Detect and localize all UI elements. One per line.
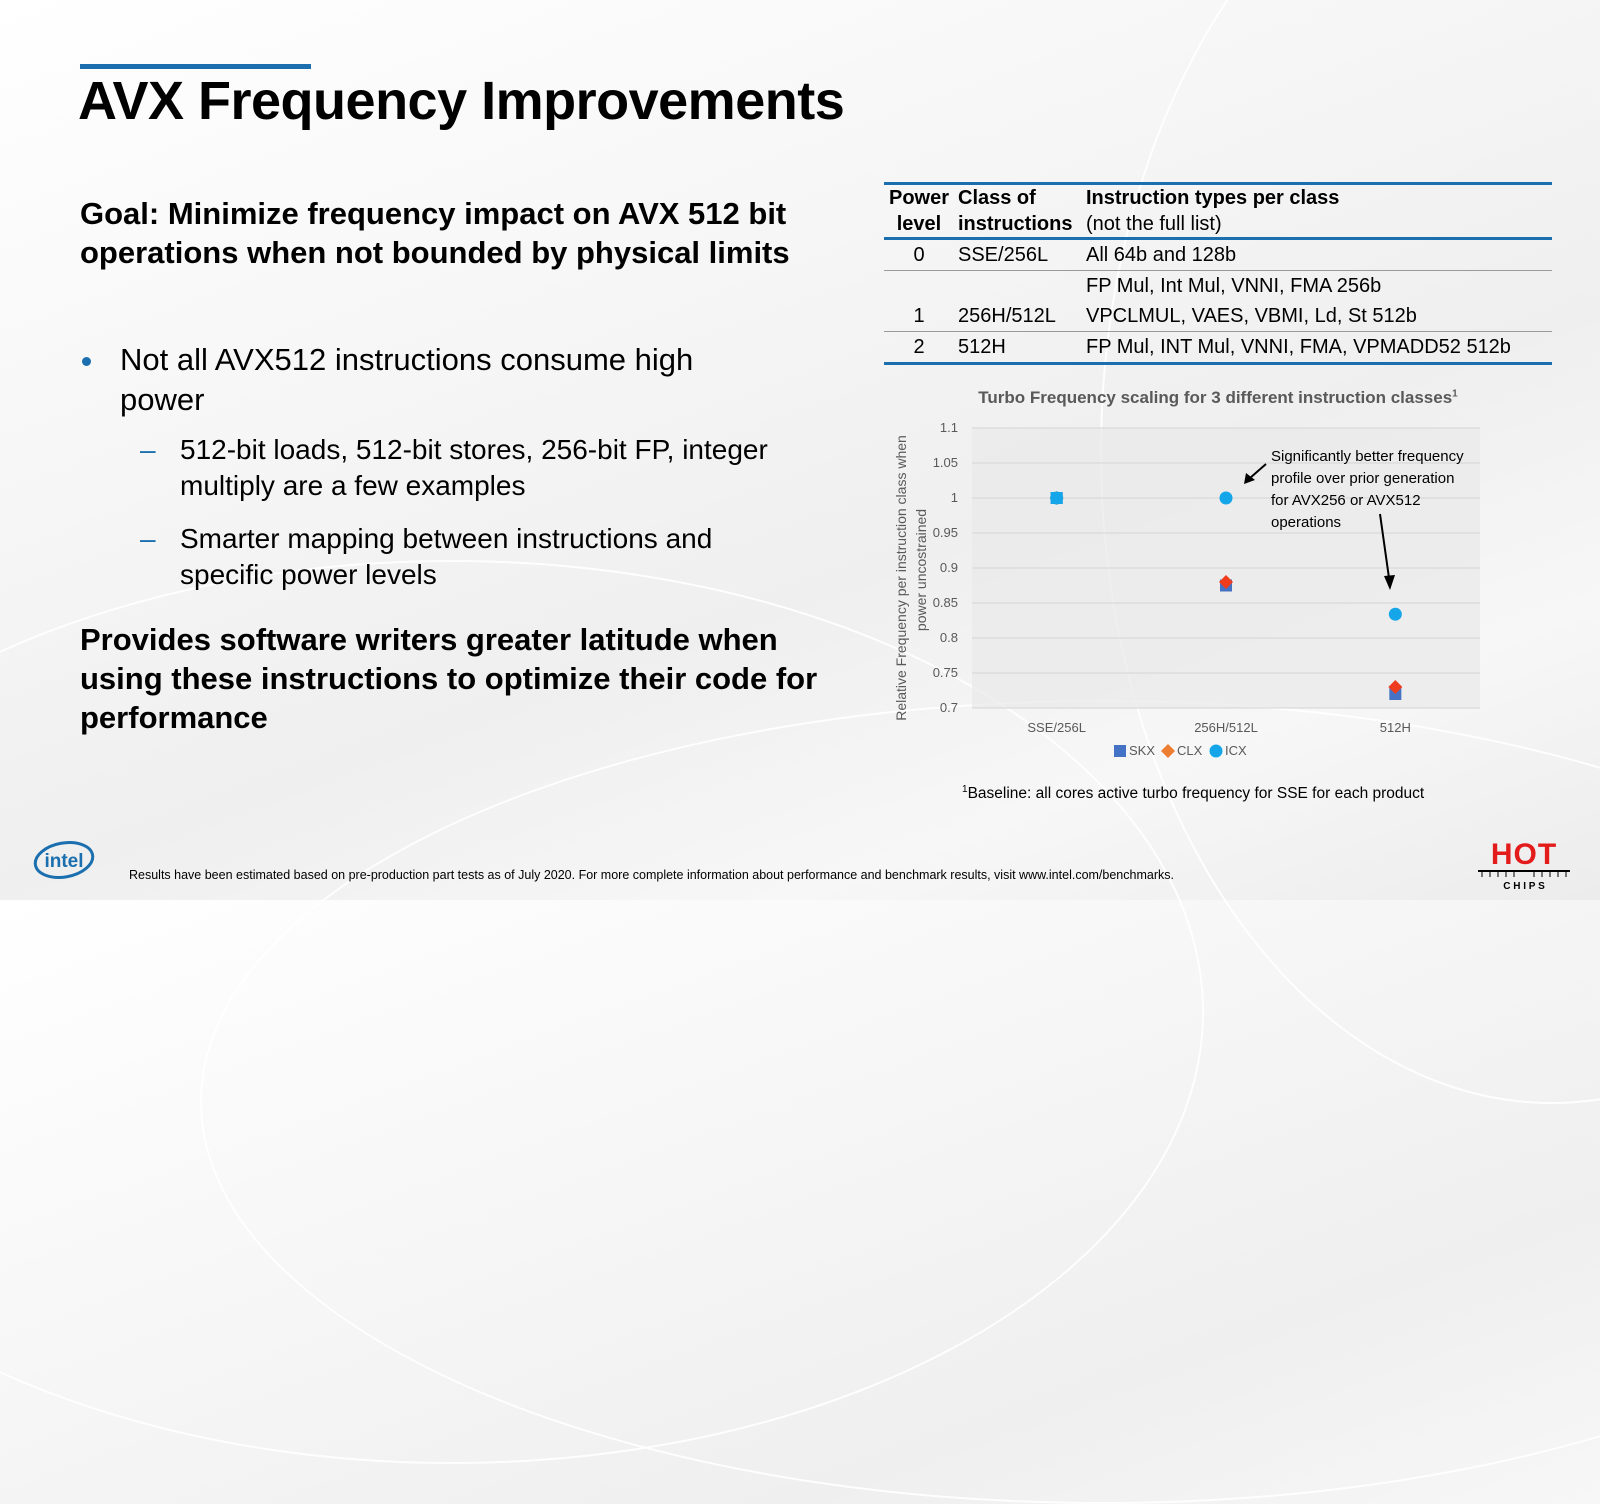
slide-title: AVX Frequency Improvements <box>78 71 845 131</box>
legend-marker-clx-icon <box>1161 744 1175 758</box>
cell-level: 0 <box>913 244 925 266</box>
data-point-icx <box>1219 491 1233 505</box>
chart-title: Turbo Frequency scaling for 3 different … <box>978 388 1458 407</box>
chart-legend: SKX CLX ICX <box>1114 743 1247 758</box>
annotation-line: Significantly better frequency <box>1271 448 1464 465</box>
dash-icon: – <box>140 434 156 465</box>
annotation-line: profile over prior generation <box>1271 470 1454 487</box>
cell-types: FP Mul, INT Mul, VNNI, FMA, VPMADD52 512… <box>1086 336 1511 358</box>
data-point-icx <box>1388 607 1402 621</box>
data-point-overlap <box>1050 492 1063 504</box>
table-row: 1 256H/512L FP Mul, Int Mul, VNNI, FMA 2… <box>884 271 1552 332</box>
cell-types: All 64b and 128b <box>1086 244 1237 266</box>
header-class: Class of instructions <box>958 187 1073 235</box>
goal-statement: Goal: Minimize frequency impact on AVX 5… <box>80 196 790 270</box>
title-accent-bar <box>80 64 311 69</box>
annotation-line: for AVX256 or AVX512 <box>1271 492 1421 509</box>
hot-chips-logo-bottom: C H I P S <box>1503 881 1545 892</box>
cell-class: SSE/256L <box>958 244 1049 266</box>
bullet-item: Not all AVX512 instructions consume high… <box>80 340 780 420</box>
cell-types: FP Mul, Int Mul, VNNI, FMA 256b VPCLMUL,… <box>1086 275 1417 327</box>
legend-item: ICX <box>1209 743 1247 758</box>
bullet-text: Not all AVX512 instructions consume high… <box>120 342 694 417</box>
cell-class: 512H <box>958 336 1006 358</box>
sub-bullet-text: 512-bit loads, 512-bit stores, 256-bit F… <box>180 434 768 501</box>
conclusion-statement: Provides software writers greater latitu… <box>80 622 818 735</box>
x-tick-label: 512H <box>1380 720 1411 735</box>
legend-item: SKX <box>1114 743 1155 758</box>
header-power-level: Power level <box>888 187 950 235</box>
cell-level: 1 <box>913 305 925 327</box>
legend-marker-icx-icon <box>1209 744 1223 758</box>
y-tick-label: 1.05 <box>933 455 958 470</box>
legend-label: CLX <box>1177 743 1203 758</box>
legend-label: SKX <box>1129 743 1155 758</box>
x-tick-label: 256H/512L <box>1194 720 1258 735</box>
bullet-dot-icon <box>82 357 91 366</box>
dash-icon: – <box>140 523 156 554</box>
legend-item: CLX <box>1161 743 1203 758</box>
background-swoosh <box>200 700 1600 1504</box>
footer-disclaimer: Results have been estimated based on pre… <box>129 868 1174 882</box>
table-row: 0 SSE/256L All 64b and 128b <box>884 239 1552 271</box>
y-axis-title-line2: power uncostrained <box>913 509 929 631</box>
hot-chips-logo: HOT C H I P S <box>1478 838 1570 892</box>
y-tick-label: 1 <box>951 490 958 505</box>
table-row: 2 512H FP Mul, INT Mul, VNNI, FMA, VPMAD… <box>884 332 1552 364</box>
y-tick-label: 0.95 <box>933 525 958 540</box>
sub-bullet-item: – Smarter mapping between instructions a… <box>140 521 780 593</box>
y-axis-title-line1: Relative Frequency per instruction class… <box>893 435 909 721</box>
sub-bullet-item: – 512-bit loads, 512-bit stores, 256-bit… <box>140 432 780 504</box>
sub-bullet-text: Smarter mapping between instructions and… <box>180 523 713 590</box>
y-tick-label: 0.8 <box>940 630 958 645</box>
y-tick-label: 1.1 <box>940 420 958 435</box>
chart-footnote: 1Baseline: all cores active turbo freque… <box>962 784 1425 803</box>
x-axis-ticks: SSE/256L 256H/512L 512H <box>1027 720 1410 735</box>
scatter-chart: 0.7 0.75 0.8 0.85 0.9 0.95 1 1.05 1.1 SSE/256L 25… <box>893 420 1480 758</box>
y-tick-label: 0.9 <box>940 560 958 575</box>
y-tick-label: 0.85 <box>933 595 958 610</box>
hot-chips-logo-top: HOT <box>1491 838 1557 871</box>
intel-logo: intel <box>33 841 95 879</box>
power-level-table: Power level Class of instructions Instru… <box>884 182 1552 365</box>
table-header-row: Power level Class of instructions Instru… <box>884 183 1552 239</box>
legend-marker-skx-icon <box>1114 745 1126 757</box>
header-instruction-types: Instruction types per class (not the ful… <box>1086 187 1340 235</box>
x-tick-label: SSE/256L <box>1027 720 1086 735</box>
y-tick-label: 0.7 <box>940 700 958 715</box>
intel-logo-text: intel <box>44 851 83 872</box>
legend-label: ICX <box>1225 743 1247 758</box>
cell-class: 256H/512L <box>958 305 1056 327</box>
y-tick-label: 0.75 <box>933 665 958 680</box>
annotation-line: operations <box>1271 514 1341 531</box>
cell-level: 2 <box>913 336 925 358</box>
y-axis-ticks: 0.7 0.75 0.8 0.85 0.9 0.95 1 1.05 1.1 <box>933 420 958 715</box>
